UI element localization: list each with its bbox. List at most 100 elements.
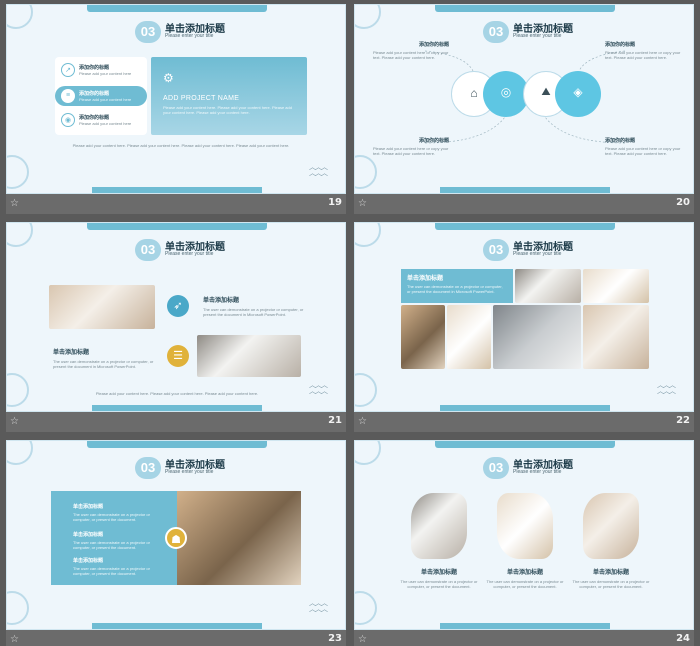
capsule-icon: ◈ [573,85,583,99]
info-item-desc: Please add your content here or copy you… [373,146,449,156]
laptop-photo [197,335,301,377]
slide-canvas: 03 单击添加标题 Please enter your title 单击添加标题… [354,440,694,630]
slide-canvas: 03 单击添加标题 Please enter your title ⌂ ◎ ⛰ … [354,4,694,194]
project-desc: Please add your content here. Please add… [163,105,292,115]
slide-subtitle: Please enter your title [165,251,214,257]
info-item-label: 添加你的标题 [418,138,449,144]
top-accent-band [87,5,267,12]
column-block: 单击添加标题 The user can demonstrate on a pro… [571,567,651,589]
top-accent-band [87,223,267,230]
decor-swirl-icon [7,223,33,247]
logo-icon: 03 [483,457,509,479]
list-panel: ↗ 添加你的标题 Please add your content here ≡ … [55,57,147,135]
laptop-photo [515,269,581,303]
slide-number: 22 [676,415,690,426]
blob-photo [497,493,553,559]
star-icon[interactable]: ☆ [358,416,367,427]
list-item-label: 添加你的标题 [79,91,110,97]
bottom-accent-band [92,623,262,629]
star-icon[interactable]: ☆ [358,634,367,645]
android-icon: ☗ [165,527,187,549]
decor-swirl-icon [355,441,381,465]
slide-subtitle: Please enter your title [513,251,562,257]
notebook-photo [583,269,649,303]
list-item-label: 添加你的标题 [79,115,110,121]
slide-canvas: 03 单击添加标题 Please enter your title ↗ 添加你的… [6,4,346,194]
slide-thumbnail-19[interactable]: 03 单击添加标题 Please enter your title ↗ 添加你的… [6,4,346,214]
slide-footer-bar: ☆ 21 [6,412,346,432]
decor-swirl-icon [7,441,33,465]
slide-number: 19 [328,197,342,208]
column-desc: The user can demonstrate on a projector … [572,579,650,589]
bottom-accent-band [440,405,610,411]
column-heading: 单击添加标题 [506,570,543,576]
slide-number: 20 [676,197,690,208]
top-accent-band [87,441,267,448]
text-block: 单击添加标题 The user can demonstrate on a pro… [73,557,165,576]
content-panel: 单击添加标题 The user can demonstrate on a pro… [51,491,177,585]
info-item: 添加你的标题 Please add your content here or c… [605,137,681,156]
top-accent-band [435,223,615,230]
slide-thumbnail-23[interactable]: 03 单击添加标题 Please enter your title 单击添加标题… [6,440,346,646]
text-block-desc: The user can demonstrate on a projector … [73,512,150,522]
text-block-desc: The user can demonstrate on a projector … [73,540,150,550]
star-icon[interactable]: ☆ [10,198,19,209]
info-item: 添加你的标题 Please add your content here or c… [373,41,449,60]
typing-photo [493,305,581,369]
wave-decor-icon: ︿︿︿ ︿︿︿ [309,600,328,613]
wave-decor-icon: ︿︿︿ ︿︿︿ [657,382,676,395]
slide-subtitle: Please enter your title [513,469,562,475]
wave-decor-icon: ︿︿︿ ︿︿︿ [309,382,328,395]
star-icon[interactable]: ☆ [10,634,19,645]
chart-icon: ↗ [61,63,75,77]
list-item-label: 添加你的标题 [79,65,110,71]
slide-canvas: 03 单击添加标题 Please enter your title 单击添加标题… [6,440,346,630]
list-item-desc: Please add your content here [79,71,132,76]
caption-box: 单击添加标题 The user can demonstrate on a pro… [401,269,513,303]
slide-number: 21 [328,415,342,426]
slide-thumbnail-20[interactable]: 03 单击添加标题 Please enter your title ⌂ ◎ ⛰ … [354,4,694,214]
logo-icon: 03 [135,21,161,43]
column-block: 单击添加标题 The user can demonstrate on a pro… [485,567,565,589]
text-block-heading: 单击添加标题 [73,532,104,538]
bottom-accent-band [440,187,610,193]
info-item: 添加你的标题 Please add your content here or c… [605,41,681,60]
text-block: 单击添加标题 The user can demonstrate on a pro… [73,503,165,522]
slide-thumbnail-21[interactable]: 03 单击添加标题 Please enter your title ➶ 单击添加… [6,222,346,432]
project-card: ⚙ ADD PROJECT NAME Please add your conte… [151,57,307,135]
footer-text: Please add your content here. Please add… [95,391,259,396]
database-icon: ≡ [61,89,75,103]
info-item-desc: Please add your content here or copy you… [605,146,681,156]
star-icon[interactable]: ☆ [10,416,19,427]
slide-thumbnail-24[interactable]: 03 单击添加标题 Please enter your title 单击添加标题… [354,440,694,646]
info-item-label: 添加你的标题 [605,42,636,48]
text-block-heading: 单击添加标题 [203,298,240,304]
caption-heading: 单击添加标题 [407,276,444,282]
slide-footer-bar: ☆ 19 [6,194,346,214]
books-flowers-photo [177,491,301,585]
decor-swirl-icon [7,155,29,189]
slide-footer-bar: ☆ 24 [354,630,694,646]
column-heading: 单击添加标题 [420,570,457,576]
star-icon[interactable]: ☆ [358,198,367,209]
slide-subtitle: Please enter your title [165,33,214,39]
rocket-icon: ➶ [167,295,189,317]
column-heading: 单击添加标题 [592,570,629,576]
coins-icon: ☰ [167,345,189,367]
info-item-label: 添加你的标题 [605,138,636,144]
slide-number: 24 [676,633,690,644]
text-block: 单击添加标题 The user can demonstrate on a pro… [203,295,313,317]
bottom-accent-band [92,187,262,193]
wave-decor-icon: ︿︿︿ ︿︿︿ [309,164,328,177]
blob-photo [583,493,639,559]
decor-swirl-icon [7,591,29,625]
decor-swirl-icon [7,373,29,407]
decor-swirl-icon [355,223,381,247]
desk-photo [49,285,155,329]
info-item-desc: Please add your content here or copy you… [605,50,681,60]
info-item-desc: Please add your content here or copy you… [373,50,449,60]
text-block: 单击添加标题 The user can demonstrate on a pro… [73,531,165,550]
slide-footer-bar: ☆ 23 [6,630,346,646]
column-desc: The user can demonstrate on a projector … [486,579,564,589]
slide-thumbnail-22[interactable]: 03 单击添加标题 Please enter your title 单击添加标题… [354,222,694,432]
